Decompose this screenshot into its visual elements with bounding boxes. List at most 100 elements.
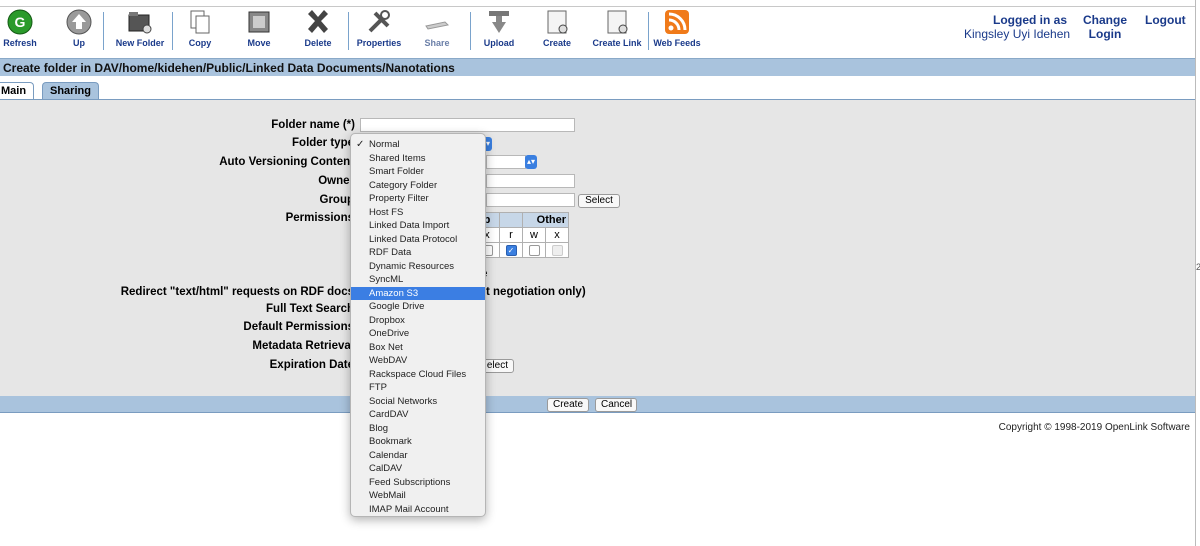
default-permissions-label: Default Permissions: [243, 321, 354, 333]
dropdown-option[interactable]: Calendar: [351, 449, 485, 463]
refresh-button[interactable]: G Refresh: [2, 8, 38, 48]
folder-name-input[interactable]: [360, 118, 575, 132]
dropdown-option[interactable]: CardDAV: [351, 408, 485, 422]
create-submit-button[interactable]: Create: [547, 398, 589, 412]
tab-main[interactable]: Main: [0, 82, 35, 99]
dropdown-option[interactable]: Social Networks: [351, 395, 485, 409]
create-button[interactable]: Create: [540, 8, 574, 48]
up-arrow-icon: [66, 9, 92, 35]
new-document-icon: [547, 10, 568, 34]
rss-icon: [665, 10, 689, 34]
perm-col-w: w: [522, 227, 546, 243]
copy-icon: [190, 10, 210, 34]
copyright-text: Copyright © 1998-2019 OpenLink Software: [998, 422, 1190, 433]
dropdown-option[interactable]: Feed Subscriptions: [351, 476, 485, 490]
refresh-icon: G: [7, 9, 33, 35]
dropdown-option-label: FTP: [369, 382, 387, 393]
dropdown-option[interactable]: Amazon S3: [351, 286, 485, 300]
perm-group-header-r: [499, 212, 523, 228]
dropdown-option[interactable]: Box Net: [351, 341, 485, 355]
change-login-link[interactable]: Change Login: [1083, 13, 1127, 41]
dropdown-option[interactable]: Dropbox: [351, 314, 485, 328]
copy-button[interactable]: Copy: [184, 8, 216, 48]
share-icon: [425, 21, 450, 30]
create-link-button[interactable]: Create Link: [590, 8, 644, 48]
tab-sharing[interactable]: Sharing: [42, 82, 99, 99]
dropdown-option[interactable]: Linked Data Import: [351, 219, 485, 233]
toolbar-separator: [648, 12, 649, 50]
dropdown-option[interactable]: Google Drive: [351, 300, 485, 314]
dropdown-option-label: Blog: [369, 422, 389, 434]
dropdown-option[interactable]: Property Filter: [351, 192, 485, 206]
perm-col-x2: x: [545, 227, 569, 243]
dropdown-option[interactable]: IMAP Mail Account: [351, 503, 485, 517]
chevron-updown-icon[interactable]: ▴▾: [525, 155, 537, 169]
logout-link[interactable]: Logout: [1145, 13, 1186, 27]
dropdown-option-label: Shared Items: [369, 152, 426, 164]
logged-in-label: Logged in as: [993, 13, 1068, 27]
dropdown-option-label: Host FS: [369, 206, 404, 218]
dropdown-option-label: Google Drive: [369, 301, 425, 312]
permissions-label: Permissions: [285, 212, 354, 224]
group-label: Group: [319, 194, 355, 206]
perm-other-header: Other: [522, 212, 569, 228]
dropdown-option[interactable]: CalDAV: [351, 462, 485, 476]
dropdown-option[interactable]: Dynamic Resources: [351, 260, 485, 274]
dropdown-option-label: Dynamic Resources: [369, 260, 454, 272]
new-folder-button[interactable]: New Folder: [112, 8, 168, 48]
share-button[interactable]: Share: [420, 8, 454, 48]
dropdown-option-label: Dropbox: [369, 314, 405, 326]
create-link-icon: [607, 10, 628, 34]
dropdown-option-label: Amazon S3: [369, 287, 419, 299]
delete-icon: [308, 10, 328, 33]
dropdown-option-label: Box Net: [369, 341, 403, 353]
dropdown-option-label: Property Filter: [369, 193, 429, 204]
perm-other-r-checkbox[interactable]: ✓: [505, 244, 517, 256]
toolbar-separator: [103, 12, 104, 50]
dropdown-option-label: IMAP Mail Account: [369, 503, 449, 515]
group-input[interactable]: [486, 193, 575, 207]
properties-button[interactable]: Properties: [354, 8, 404, 48]
perm-cell: [522, 242, 546, 258]
dropdown-option[interactable]: Host FS: [351, 206, 485, 220]
up-button[interactable]: Up: [64, 8, 94, 48]
tools-icon: [368, 10, 390, 33]
dropdown-option-label: Smart Folder: [369, 166, 424, 177]
page-title: Create folder in DAV/home/kidehen/Public…: [0, 58, 1195, 76]
delete-button[interactable]: Delete: [300, 8, 336, 48]
dropdown-option[interactable]: SyncML: [351, 273, 485, 287]
folder-type-dropdown[interactable]: ✓ Normal Shared Items Smart Folder Category …: [350, 133, 486, 517]
dropdown-option-label: OneDrive: [369, 328, 410, 339]
move-button[interactable]: Move: [242, 8, 276, 48]
dropdown-option[interactable]: Linked Data Protocol: [351, 233, 485, 247]
folder-type-label: Folder type: [292, 137, 354, 149]
dropdown-option[interactable]: Smart Folder: [351, 165, 485, 179]
permissions-table: p Other x r w x ✓: [474, 212, 569, 258]
dropdown-option[interactable]: Category Folder: [351, 179, 485, 193]
group-select-button[interactable]: Select: [578, 194, 620, 208]
perm-other-x-checkbox[interactable]: [551, 244, 563, 256]
svg-text:G: G: [15, 14, 26, 30]
metadata-retrieval-label: Metadata Retrieval: [252, 340, 354, 352]
web-feeds-button[interactable]: Web Feeds: [651, 8, 703, 48]
perm-other-w-checkbox[interactable]: [528, 244, 540, 256]
auto-versioning-select[interactable]: [486, 155, 526, 169]
perm-col-r: r: [499, 227, 523, 243]
dropdown-option[interactable]: RDF Data: [351, 246, 485, 260]
dropdown-option[interactable]: ✓ Normal: [351, 138, 485, 152]
dropdown-option[interactable]: Bookmark: [351, 435, 485, 449]
owner-input[interactable]: [486, 174, 575, 188]
upload-button[interactable]: Upload: [480, 8, 518, 48]
dropdown-option[interactable]: WebDAV: [351, 354, 485, 368]
cancel-button[interactable]: Cancel: [595, 398, 637, 412]
redirect-suffix-label: t negotiation only): [486, 286, 586, 298]
dropdown-option[interactable]: Shared Items: [351, 152, 485, 166]
dropdown-option[interactable]: Rackspace Cloud Files: [351, 368, 485, 382]
dropdown-option-label: Feed Subscriptions: [369, 476, 451, 488]
dropdown-option[interactable]: OneDrive: [351, 327, 485, 341]
dropdown-option[interactable]: FTP: [351, 381, 485, 395]
dropdown-option[interactable]: Blog: [351, 422, 485, 436]
toolbar-separator: [470, 12, 471, 50]
dropdown-option[interactable]: WebMail: [351, 489, 485, 503]
upload-icon: [489, 11, 509, 33]
